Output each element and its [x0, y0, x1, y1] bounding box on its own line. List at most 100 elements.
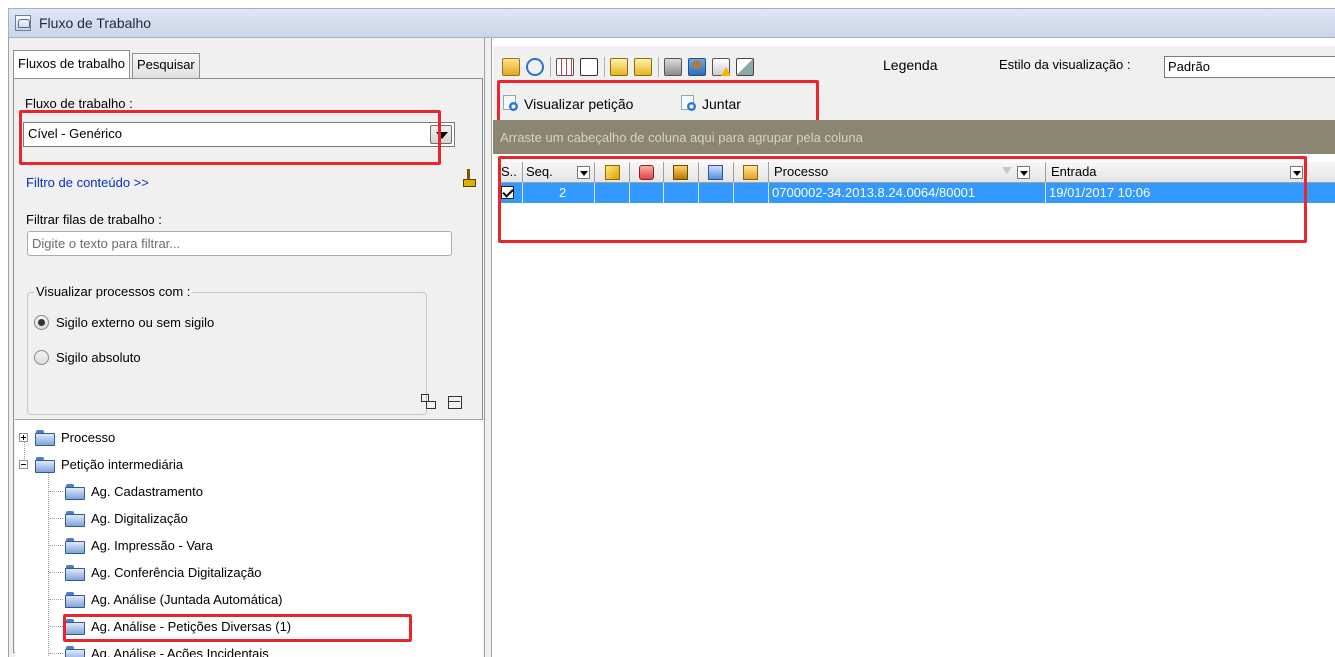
tree-label: Ag. Análise - Petições Diversas (1) — [91, 618, 292, 634]
attach-label: Juntar — [702, 95, 741, 112]
queue-filter-input[interactable] — [28, 232, 451, 255]
action-toolbar: Visualizar petição Juntar — [493, 88, 1335, 120]
right-panel: Legenda Estilo da visualização : Padrão … — [493, 38, 1335, 657]
queue-filter-label: Filtrar filas de trabalho : — [26, 212, 162, 227]
view-petition-button[interactable]: Visualizar petição — [503, 95, 633, 112]
view-petition-label: Visualizar petição — [524, 95, 634, 112]
tree-node-juntada-automatica[interactable]: Ag. Análise (Juntada Automática) — [65, 588, 283, 610]
column-header-processo[interactable]: Processo — [769, 162, 1046, 183]
view-style-select[interactable]: Padrão — [1164, 56, 1335, 78]
tree-node-impressao[interactable]: Ag. Impressão - Vara — [65, 534, 213, 556]
tree-connector — [49, 491, 63, 492]
row-seq: 2 — [523, 183, 595, 203]
left-tabs: Fluxos de trabalho Pesquisar — [13, 50, 202, 78]
clear-filter-icon[interactable] — [462, 169, 476, 187]
tree-connector — [49, 545, 63, 546]
folder-icon — [743, 165, 758, 180]
tree-node-digitalizacao[interactable]: Ag. Digitalização — [65, 507, 188, 529]
tab-workflows[interactable]: Fluxos de trabalho — [13, 50, 130, 78]
grid-header: S.. Seq. Processo Entrada — [498, 162, 1335, 183]
folder-icon — [35, 456, 55, 473]
window-icon[interactable] — [580, 58, 598, 76]
note-icon[interactable] — [634, 58, 652, 76]
workflow-label: Fluxo de trabalho : — [25, 96, 133, 111]
row-cell — [664, 183, 699, 203]
view-document-icon — [503, 95, 520, 112]
note-icon — [605, 165, 620, 180]
tree-node-peticao[interactable]: Petição intermediária — [19, 453, 183, 475]
tree-connector — [49, 599, 63, 600]
people-icon — [673, 165, 688, 180]
column-header-entrada-label: Entrada — [1051, 164, 1097, 179]
row-checkbox[interactable] — [501, 186, 514, 199]
chevron-down-icon[interactable] — [430, 125, 452, 144]
column-header-processo-label: Processo — [774, 164, 829, 179]
copy-icon[interactable] — [610, 58, 628, 76]
legend-button[interactable]: Legenda — [883, 57, 938, 73]
column-header-flag[interactable] — [630, 162, 664, 183]
tree-node-acoes-incidentais[interactable]: Ag. Análise - Ações Incidentais — [65, 642, 269, 657]
view-processes-group: Visualizar processos com : Sigilo extern… — [27, 284, 427, 415]
warning-icon[interactable] — [712, 58, 731, 76]
column-header-seq-label: Seq. — [526, 164, 553, 179]
column-header-folder[interactable] — [734, 162, 769, 183]
edit-icon[interactable] — [736, 58, 754, 76]
expand-tree-icon[interactable] — [420, 393, 437, 410]
radio-option-external[interactable]: Sigilo externo ou sem sigilo — [34, 315, 214, 330]
view-style-label: Estilo da visualização : — [999, 57, 1131, 72]
column-header-s[interactable]: S.. — [498, 162, 523, 183]
column-header-entrada[interactable]: Entrada — [1046, 162, 1306, 183]
group-by-area[interactable]: Arraste um cabeçalho de coluna aqui para… — [493, 120, 1335, 154]
tree-label: Ag. Digitalização — [91, 510, 188, 526]
tree-connector — [49, 572, 63, 573]
print-icon[interactable] — [664, 58, 682, 76]
queue-filter-field[interactable] — [27, 231, 452, 256]
column-header-seq[interactable]: Seq. — [523, 162, 595, 183]
radio-unchecked-icon[interactable] — [34, 350, 49, 365]
calendar-icon[interactable] — [556, 58, 574, 76]
tree-node-processo[interactable]: Processo — [19, 426, 115, 448]
refresh-icon[interactable] — [526, 58, 544, 76]
folder-icon — [65, 537, 85, 554]
toolbar-separator — [604, 57, 605, 77]
workflow-select[interactable]: Cível - Genérico — [23, 122, 455, 147]
tree-node-cadastramento[interactable]: Ag. Cadastramento — [65, 480, 203, 502]
column-header-docs[interactable] — [699, 162, 734, 183]
collapse-tree-icon[interactable] — [446, 393, 463, 410]
folder-icon — [65, 645, 85, 657]
tree-label: Ag. Conferência Digitalização — [91, 564, 262, 580]
table-row[interactable]: 2 0700002-34.2013.8.24.0064/80001 19/01/… — [498, 183, 1335, 203]
column-header-people[interactable] — [664, 162, 699, 183]
expand-icon[interactable] — [19, 432, 28, 442]
row-processo: 0700002-34.2013.8.24.0064/80001 — [769, 183, 1046, 203]
column-header-note[interactable] — [595, 162, 630, 183]
content-filter-link[interactable]: Filtro de conteúdo >> — [26, 175, 149, 190]
tree-connector — [48, 464, 49, 657]
user-icon[interactable] — [688, 58, 706, 76]
dropdown-arrow-icon[interactable] — [577, 166, 590, 179]
open-folder-icon[interactable] — [502, 58, 520, 76]
dropdown-arrow-icon[interactable] — [1290, 166, 1303, 179]
tree-label: Ag. Cadastramento — [91, 483, 204, 499]
filter-icon[interactable] — [1002, 167, 1012, 174]
radio-checked-icon[interactable] — [34, 315, 49, 330]
panel-splitter[interactable] — [485, 38, 492, 657]
tree-connector — [49, 518, 63, 519]
app-window-icon — [15, 15, 31, 31]
dropdown-arrow-icon[interactable] — [1017, 166, 1030, 179]
collapse-icon[interactable] — [19, 459, 28, 469]
row-cell — [595, 183, 630, 203]
toolbar-separator — [550, 57, 551, 77]
tab-search[interactable]: Pesquisar — [131, 53, 200, 78]
folder-icon — [65, 483, 85, 500]
tree-node-peticoes-diversas[interactable]: Ag. Análise - Petições Diversas (1) — [65, 615, 291, 637]
main-toolbar: Legenda Estilo da visualização : Padrão — [493, 46, 1335, 88]
attach-button[interactable]: Juntar — [681, 95, 741, 112]
radio-option-absolute[interactable]: Sigilo absoluto — [34, 350, 141, 365]
documents-icon — [708, 165, 723, 180]
tree-label: Processo — [61, 429, 116, 445]
tree-label: Ag. Impressão - Vara — [91, 537, 213, 553]
column-header-next[interactable] — [1306, 162, 1335, 183]
tree-node-conferencia[interactable]: Ag. Conferência Digitalização — [65, 561, 262, 583]
row-check-cell[interactable] — [498, 183, 523, 203]
